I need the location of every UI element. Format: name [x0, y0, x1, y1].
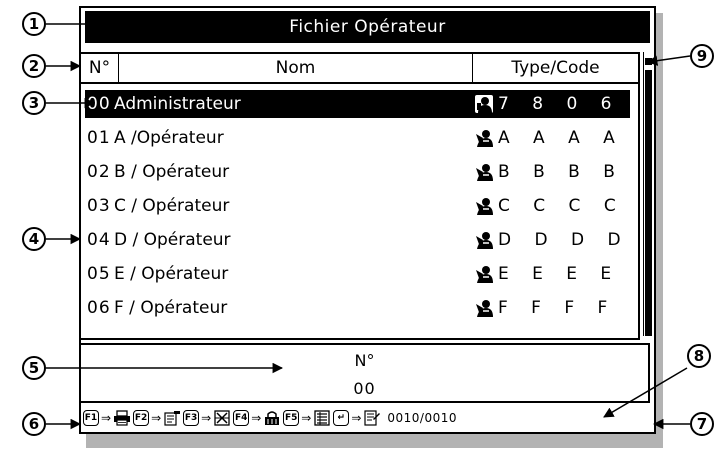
callout-4: 4 [22, 227, 46, 251]
callout-leaders [46, 18, 691, 430]
callout-8-leader [603, 367, 688, 418]
callout-9-leader [646, 55, 691, 66]
callout-7: 7 [690, 412, 714, 436]
callout-8: 8 [687, 344, 711, 368]
callout-1: 1 [22, 12, 46, 36]
callout-6: 6 [22, 412, 46, 436]
callout-9: 9 [690, 44, 714, 68]
callout-5: 5 [22, 356, 46, 380]
callout-2: 2 [22, 54, 46, 78]
callout-3: 3 [22, 91, 46, 115]
